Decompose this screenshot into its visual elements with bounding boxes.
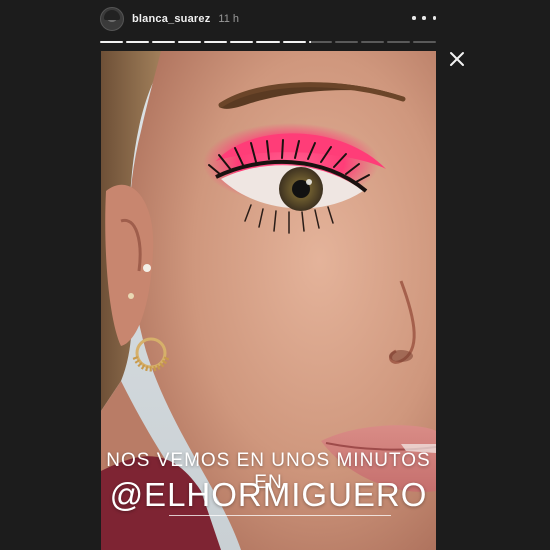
progress-segment [334, 41, 358, 43]
story-header: blanca_suarez 11 h [100, 4, 438, 34]
progress-segment [412, 41, 437, 43]
progress-segment-fill [204, 41, 228, 43]
progress-segment-fill [152, 41, 176, 43]
progress-segment [204, 41, 228, 43]
progress-segment-fill [100, 41, 124, 43]
progress-segment-fill [230, 41, 254, 43]
story-progress-bar [100, 41, 437, 44]
mention-underline [169, 515, 391, 516]
progress-segment [230, 41, 254, 43]
progress-segment [308, 41, 332, 43]
progress-segment-fill [256, 41, 280, 43]
more-horizontal-icon [412, 16, 416, 20]
progress-segment-fill [282, 41, 306, 43]
username[interactable]: blanca_suarez [132, 13, 210, 25]
more-options-button[interactable] [412, 10, 436, 26]
progress-segment [152, 41, 176, 43]
progress-segment [360, 41, 384, 43]
story-media[interactable]: NOS VEMOS EN UNOS MINUTOS EN @ELHORMIGUE… [101, 51, 436, 550]
story-viewer: blanca_suarez 11 h NOS VEMOS EN UNOS MIN… [0, 0, 550, 550]
mention-sticker[interactable]: @ELHORMIGUERO [101, 476, 436, 514]
progress-segment [256, 41, 280, 43]
progress-segment [282, 41, 306, 43]
close-button[interactable] [449, 51, 465, 67]
progress-segment [386, 41, 410, 43]
story-timestamp: 11 h [218, 13, 240, 25]
progress-segment [100, 41, 124, 43]
progress-segment [126, 41, 150, 43]
avatar[interactable] [100, 7, 124, 31]
progress-segment-fill [126, 41, 150, 43]
progress-segment [178, 41, 202, 43]
progress-segment-fill [308, 41, 311, 43]
close-icon [450, 52, 464, 66]
progress-segment-fill [178, 41, 202, 43]
